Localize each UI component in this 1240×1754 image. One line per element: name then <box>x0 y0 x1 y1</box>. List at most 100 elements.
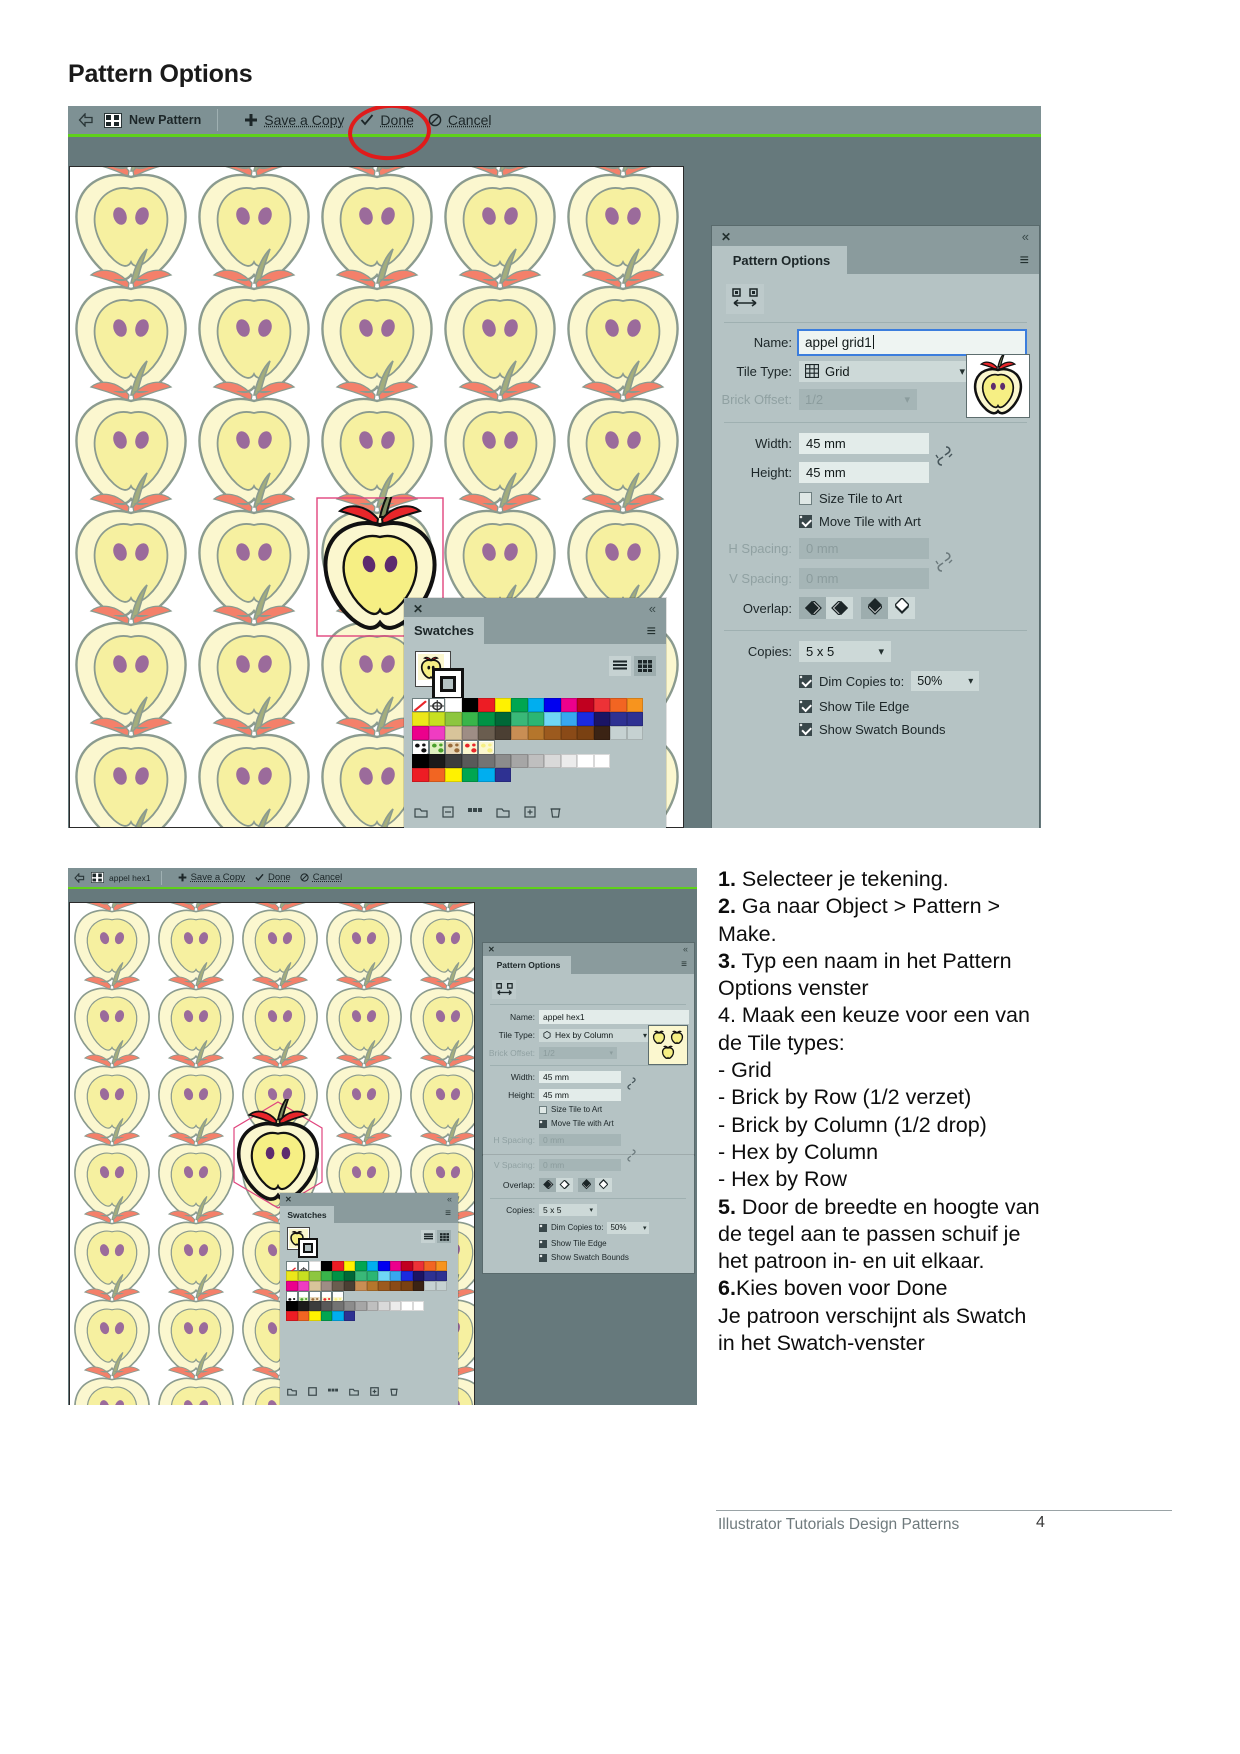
swatch-cell[interactable] <box>412 1271 424 1281</box>
swatch-cell[interactable] <box>445 726 462 740</box>
height-input[interactable]: 45 mm <box>539 1088 621 1101</box>
swatch-cell[interactable] <box>389 1281 401 1291</box>
swatch-cell[interactable] <box>297 1281 309 1291</box>
swatch-cell[interactable] <box>297 1271 309 1281</box>
collapse-icon[interactable]: « <box>1022 230 1029 243</box>
new-group-icon[interactable] <box>349 1383 359 1401</box>
name-input[interactable]: appel grid1 <box>797 328 1027 356</box>
swatch-cell[interactable] <box>461 754 478 768</box>
swatch-cell[interactable] <box>320 1291 332 1305</box>
swatch-cell[interactable] <box>297 1311 309 1321</box>
dim-copies-select[interactable]: 50% ▾ <box>607 1221 650 1234</box>
swatch-cell[interactable] <box>560 712 577 726</box>
swatch-cell[interactable] <box>577 712 594 726</box>
swatch-cell[interactable] <box>610 726 627 740</box>
show-swatch-bounds-row[interactable]: Show Swatch Bounds <box>539 1252 629 1263</box>
swatch-cell[interactable] <box>593 726 610 740</box>
swatch-cell[interactable] <box>332 1301 344 1311</box>
pattern-name-label[interactable]: appel hex1 <box>109 873 151 883</box>
swatch-cell[interactable] <box>494 726 511 740</box>
copies-select[interactable]: 5 x 5 ▾ <box>799 640 891 662</box>
stroke-none-icon[interactable] <box>432 668 464 700</box>
swatch-cell[interactable] <box>494 768 511 782</box>
swatch-cell[interactable] <box>478 712 495 726</box>
overlap-bottom-in-front-button[interactable] <box>595 1177 612 1192</box>
delete-swatch-icon[interactable] <box>550 805 561 823</box>
swatch-libraries-icon[interactable] <box>287 1383 297 1401</box>
show-tile-edge-checkbox[interactable] <box>799 699 812 713</box>
swatch-cell[interactable] <box>389 1271 401 1281</box>
swatch-cell[interactable] <box>366 1301 378 1311</box>
show-tile-edge-checkbox[interactable] <box>539 1239 547 1248</box>
swatch-cell[interactable] <box>412 768 429 782</box>
swatch-cell[interactable] <box>435 1271 447 1281</box>
swatch-cell[interactable] <box>309 1301 321 1311</box>
new-swatch-icon[interactable] <box>370 1383 379 1401</box>
swatch-cell[interactable] <box>428 768 445 782</box>
swatch-cell[interactable] <box>445 740 462 754</box>
swatch-cell[interactable] <box>478 740 495 754</box>
swatch-cell[interactable] <box>378 1301 390 1311</box>
swatch-cell[interactable] <box>593 754 610 768</box>
tile-edit-icon[interactable] <box>492 980 516 999</box>
swatch-cell[interactable] <box>544 698 561 712</box>
swatch-cell[interactable] <box>309 1311 321 1321</box>
cancel-button[interactable]: Cancel <box>313 872 343 883</box>
swatch-cell[interactable] <box>378 1271 390 1281</box>
dim-copies-row[interactable]: Dim Copies to: 50% ▾ <box>539 1221 650 1234</box>
swatch-cell[interactable] <box>412 1261 424 1271</box>
swatch-cell[interactable] <box>286 1311 298 1321</box>
swatch-color-grid[interactable] <box>286 1261 447 1321</box>
move-tile-with-art-checkbox[interactable] <box>539 1119 547 1128</box>
swatch-cell[interactable] <box>355 1271 367 1281</box>
swatch-cell[interactable] <box>428 726 445 740</box>
swatch-cell[interactable] <box>309 1291 321 1305</box>
swatch-cell[interactable] <box>401 1261 413 1271</box>
swatch-cell[interactable] <box>309 1281 321 1291</box>
swatch-cell[interactable] <box>445 712 462 726</box>
swatch-cell[interactable] <box>332 1261 344 1271</box>
swatch-cell[interactable] <box>286 1281 298 1291</box>
swatch-cell[interactable] <box>412 726 429 740</box>
swatch-cell[interactable] <box>401 1281 413 1291</box>
swatch-cell[interactable] <box>412 1301 424 1311</box>
tab-swatches[interactable]: Swatches <box>404 617 484 644</box>
save-a-copy-button[interactable]: Save a Copy <box>191 872 245 883</box>
swatch-cell[interactable] <box>343 1271 355 1281</box>
swatch-cell[interactable] <box>428 740 445 754</box>
broken-link-icon[interactable] <box>626 1076 637 1096</box>
swatch-cell[interactable] <box>626 712 643 726</box>
swatch-cell[interactable] <box>297 1291 309 1305</box>
show-kind-icon[interactable] <box>442 805 454 823</box>
broken-link-icon-spacing[interactable] <box>626 1148 637 1168</box>
tab-pattern-options[interactable]: Pattern Options <box>712 246 847 274</box>
swatch-cell[interactable] <box>286 1271 298 1281</box>
swatch-cell[interactable] <box>577 754 594 768</box>
cancel-button[interactable]: Cancel <box>448 112 492 128</box>
swatch-cell[interactable] <box>428 712 445 726</box>
dim-copies-select[interactable]: 50% ▾ <box>911 671 980 691</box>
collapse-icon[interactable]: « <box>447 1195 452 1204</box>
swatches-view-toggle[interactable] <box>421 1230 451 1243</box>
back-arrow-icon[interactable] <box>74 872 85 883</box>
list-view-icon[interactable] <box>421 1230 435 1243</box>
show-tile-edge-row[interactable]: Show Tile Edge <box>799 697 909 715</box>
swatch-cell[interactable] <box>478 768 495 782</box>
copies-select[interactable]: 5 x 5 ▾ <box>539 1203 597 1216</box>
swatch-cell[interactable] <box>332 1311 344 1321</box>
dim-copies-row[interactable]: Dim Copies to: 50% ▾ <box>799 670 980 692</box>
swatch-cell[interactable] <box>461 768 478 782</box>
swatch-cell[interactable] <box>366 1271 378 1281</box>
swatch-cell[interactable] <box>320 1261 332 1271</box>
dim-copies-checkbox[interactable] <box>539 1223 547 1232</box>
panel-menu-icon[interactable]: ≡ <box>1020 253 1029 269</box>
swatch-cell[interactable] <box>478 726 495 740</box>
cancel-icon[interactable] <box>300 873 309 882</box>
swatch-cell[interactable] <box>511 698 528 712</box>
name-input[interactable]: appel hex1 <box>539 1009 689 1024</box>
swatch-options-icon[interactable] <box>328 1383 338 1401</box>
overlap-top-in-front-button[interactable] <box>861 597 888 619</box>
swatch-cell[interactable] <box>424 1281 436 1291</box>
swatch-cell[interactable] <box>494 712 511 726</box>
swatch-cell[interactable] <box>560 698 577 712</box>
